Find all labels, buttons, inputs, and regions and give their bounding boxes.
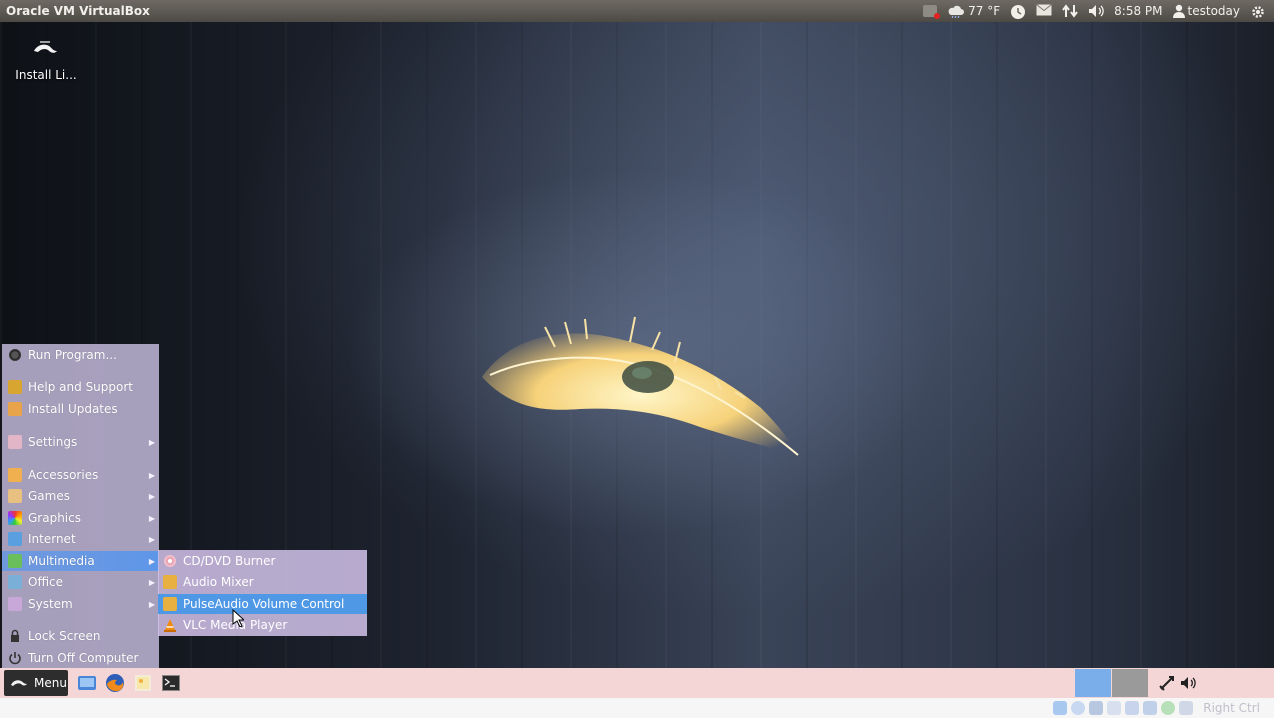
workspace-2[interactable] <box>1112 669 1148 697</box>
office-icon <box>8 575 22 589</box>
install-icon-label: Install Li... <box>15 68 77 82</box>
firefox-icon[interactable] <box>104 672 126 694</box>
host-key-label: Right Ctrl <box>1203 701 1260 715</box>
window-title: Oracle VM VirtualBox <box>6 4 150 18</box>
menu-item-turn-off-computer[interactable]: Turn Off Computer <box>2 648 159 668</box>
vlc-icon <box>163 618 177 632</box>
optical-drive-icon[interactable] <box>1071 701 1086 715</box>
mouse-integration-icon[interactable] <box>1179 701 1194 715</box>
disc-burner-icon <box>163 554 177 568</box>
submenu-arrow-icon: ▶ <box>148 599 155 609</box>
weather-indicator[interactable]: 77 °F <box>947 4 1000 18</box>
panel-tray <box>1075 668 1274 698</box>
menu-item-system[interactable]: System ▶ <box>2 594 159 614</box>
capture-icon[interactable] <box>1161 701 1176 715</box>
pulseaudio-icon <box>163 597 177 611</box>
file-manager-icon[interactable] <box>76 672 98 694</box>
weather-temp: 77 °F <box>968 4 1001 18</box>
volume-tray-icon[interactable] <box>1178 672 1200 694</box>
host-top-bar: Oracle VM VirtualBox 77 °F 8:58 PM testo… <box>0 0 1274 22</box>
install-icon <box>31 34 61 64</box>
settings-gear-icon[interactable] <box>1250 4 1266 18</box>
hard-disk-icon[interactable] <box>1053 701 1068 715</box>
internet-icon <box>8 532 22 546</box>
submenu-item-cd-dvd-burner[interactable]: CD/DVD Burner <box>158 551 367 571</box>
menu-item-internet[interactable]: Internet ▶ <box>2 529 159 549</box>
menu-item-help-and-support[interactable]: Help and Support <box>2 377 159 397</box>
clock-icon[interactable] <box>1010 4 1026 19</box>
network-tray-icon[interactable] <box>1156 672 1178 694</box>
submenu-item-vlc-media-player[interactable]: VLC Media Player <box>158 615 367 635</box>
weather-icon <box>948 5 965 18</box>
submenu-arrow-icon: ▶ <box>148 437 155 447</box>
menu-item-accessories[interactable]: Accessories ▶ <box>2 465 159 485</box>
games-icon <box>8 489 22 503</box>
system-icon <box>8 597 22 611</box>
menu-item-lock-screen[interactable]: Lock Screen <box>2 626 159 646</box>
power-icon <box>8 651 22 665</box>
clock-time[interactable]: 8:58 PM <box>1114 4 1162 18</box>
display-icon[interactable] <box>1125 701 1140 715</box>
shared-folders-icon[interactable] <box>1107 701 1122 715</box>
updates-icon <box>8 402 22 416</box>
menu-item-install-updates[interactable]: Install Updates <box>2 399 159 419</box>
top-bar-indicators: 77 °F 8:58 PM testoday <box>923 4 1274 19</box>
graphics-icon <box>8 511 22 525</box>
user-menu[interactable]: testoday <box>1172 4 1240 18</box>
submenu-arrow-icon: ▶ <box>148 491 155 501</box>
user-name: testoday <box>1187 4 1240 18</box>
menu-item-office[interactable]: Office ▶ <box>2 572 159 592</box>
menu-item-multimedia[interactable]: Multimedia ▶ <box>2 551 159 571</box>
install-desktop-icon[interactable]: Install Li... <box>10 34 82 82</box>
workspace-switcher[interactable] <box>1075 669 1111 697</box>
bottom-panel: Menu <box>0 668 1274 698</box>
multimedia-icon <box>8 554 22 568</box>
menu-item-settings[interactable]: Settings ▶ <box>2 432 159 452</box>
terminal-icon[interactable] <box>160 672 182 694</box>
start-menu: Run Program... Help and Support Install … <box>2 344 159 668</box>
user-icon <box>1172 4 1185 18</box>
menu-logo-icon <box>11 680 27 686</box>
feather-wallpaper-image <box>470 297 810 490</box>
audio-mixer-icon <box>163 575 177 589</box>
submenu-item-audio-mixer[interactable]: Audio Mixer <box>158 572 367 592</box>
usb-icon[interactable] <box>1089 701 1104 715</box>
accessories-icon <box>8 468 22 482</box>
settings-icon <box>8 435 22 449</box>
notification-icon[interactable] <box>923 5 941 19</box>
menu-item-graphics[interactable]: Graphics ▶ <box>2 508 159 528</box>
help-icon <box>8 380 22 394</box>
submenu-arrow-icon: ▶ <box>148 556 155 566</box>
mouse-cursor-icon <box>232 608 246 630</box>
submenu-arrow-icon: ▶ <box>148 470 155 480</box>
volume-icon[interactable] <box>1088 4 1104 18</box>
submenu-arrow-icon: ▶ <box>148 534 155 544</box>
submenu-arrow-icon: ▶ <box>148 513 155 523</box>
menu-item-games[interactable]: Games ▶ <box>2 486 159 506</box>
gear-icon <box>8 348 22 362</box>
lock-icon <box>8 629 22 643</box>
image-icon[interactable] <box>132 672 154 694</box>
menu-item-run-program[interactable]: Run Program... <box>2 345 159 365</box>
menu-button-label: Menu <box>34 676 67 690</box>
virtualbox-status-bar: Right Ctrl <box>0 698 1274 718</box>
submenu-item-pulseaudio-volume-control[interactable]: PulseAudio Volume Control <box>158 594 367 614</box>
network-icon[interactable] <box>1062 4 1078 18</box>
network-adapter-icon[interactable] <box>1143 701 1158 715</box>
menu-button[interactable]: Menu <box>4 670 68 696</box>
mail-icon[interactable] <box>1036 4 1052 18</box>
submenu-arrow-icon: ▶ <box>148 577 155 587</box>
multimedia-submenu: CD/DVD Burner Audio Mixer PulseAudio Vol… <box>158 550 367 636</box>
workspace-1[interactable] <box>1075 669 1111 697</box>
